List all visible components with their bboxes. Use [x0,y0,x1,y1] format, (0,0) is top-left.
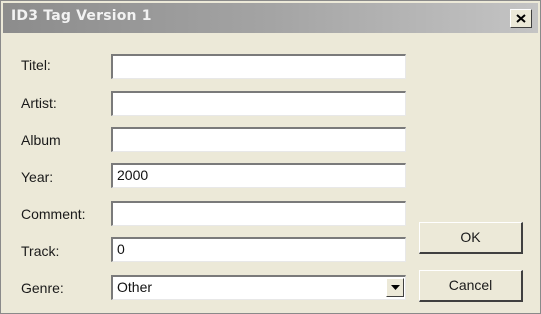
genre-selected-value: Other [117,279,153,295]
genre-label: Genre: [21,280,64,296]
track-field[interactable]: 0 [111,237,406,262]
id3-tag-dialog: ID3 Tag Version 1 Titel: Artist: Album Y… [0,0,541,314]
close-button[interactable] [510,9,532,28]
cancel-button[interactable]: Cancel [419,270,523,302]
genre-select[interactable]: Other [111,275,406,300]
window-title: ID3 Tag Version 1 [11,8,152,24]
close-icon [516,14,526,23]
album-label: Album [21,132,61,148]
ok-button[interactable]: OK [419,222,523,254]
chevron-down-icon [391,285,400,290]
title-label: Titel: [21,57,51,73]
artist-label: Artist: [21,95,57,111]
year-label: Year: [21,169,54,185]
album-field[interactable] [111,127,406,152]
comment-label: Comment: [21,206,86,222]
genre-dropdown-button[interactable] [386,278,404,297]
title-field[interactable] [111,54,406,79]
track-label: Track: [21,243,60,259]
year-field[interactable]: 2000 [111,163,406,188]
title-bar[interactable]: ID3 Tag Version 1 [3,3,538,33]
artist-field[interactable] [111,91,406,116]
comment-field[interactable] [111,201,406,226]
